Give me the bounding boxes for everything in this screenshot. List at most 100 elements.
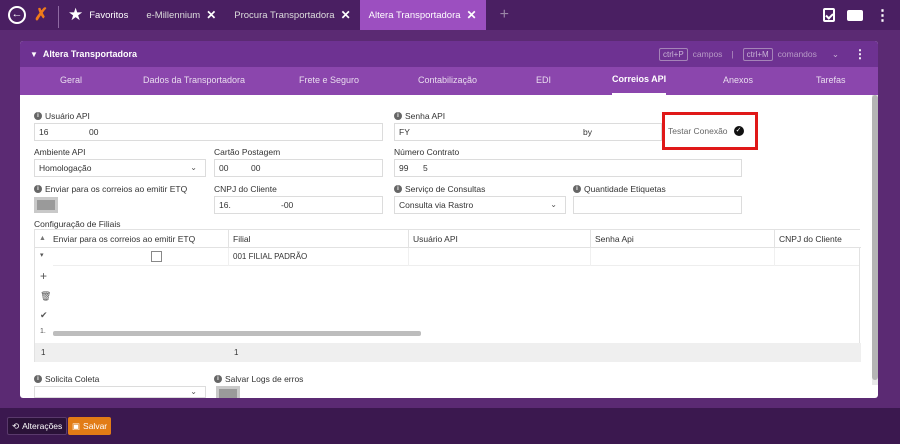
- field-value: 5: [423, 163, 428, 173]
- testar-conexao-button[interactable]: Testar Conexão ✓: [668, 126, 744, 136]
- column-header-cnpj[interactable]: CNPJ do Cliente: [774, 230, 860, 248]
- field-value: 99: [399, 163, 409, 173]
- cartao-postagem-input[interactable]: 00 00: [214, 159, 383, 177]
- tab-geral[interactable]: Geral: [60, 67, 82, 95]
- enviar-correios-toggle[interactable]: [34, 197, 58, 213]
- topbar-right: ⋮: [823, 0, 890, 30]
- table-row[interactable]: 001 FILIAL PADRÃO: [53, 248, 859, 266]
- field-value: 00: [219, 163, 229, 173]
- field-value: 16: [39, 127, 49, 137]
- field-value: -00: [281, 200, 294, 210]
- more-vertical-icon[interactable]: ⋮: [854, 47, 866, 61]
- tab-favoritos[interactable]: ★ Favoritos: [59, 0, 137, 30]
- button-label: Alterações: [22, 421, 63, 431]
- tab-contabilizacao[interactable]: Contabilização: [418, 67, 477, 95]
- grid-footer: 1 1: [35, 343, 861, 362]
- cell-usuario-api: [408, 248, 590, 266]
- history-icon: ⟲: [12, 421, 20, 431]
- scrollbar-thumb[interactable]: [872, 95, 878, 380]
- field-value: 00: [251, 163, 261, 173]
- cnpj-cliente-label: CNPJ do Cliente: [214, 184, 277, 194]
- tab-edi[interactable]: EDI: [536, 67, 551, 95]
- label-text: Salvar Logs de erros: [225, 374, 304, 384]
- back-icon[interactable]: ←: [8, 6, 26, 24]
- ambiente-api-label: Ambiente API: [34, 147, 86, 157]
- tab-tarefas[interactable]: Tarefas: [816, 67, 846, 95]
- label-text: Serviço de Consultas: [405, 184, 486, 194]
- cartao-postagem-label: Cartão Postagem: [214, 147, 281, 157]
- save-button[interactable]: ▣ Salvar: [68, 417, 112, 435]
- tab-e-millennium[interactable]: e-Millennium ✕: [137, 0, 225, 30]
- tab-favoritos-label: Favoritos: [89, 9, 129, 21]
- numero-contrato-input[interactable]: 99 5: [394, 159, 742, 177]
- field-value: Homologação: [39, 163, 92, 173]
- alteracoes-button[interactable]: ⟲ Alterações: [7, 417, 68, 435]
- check-circle-icon[interactable]: ✔: [40, 310, 48, 321]
- quantidade-etiquetas-input[interactable]: [573, 196, 742, 214]
- column-header-usuario-api[interactable]: Usuário API: [408, 230, 590, 248]
- collapse-icon[interactable]: ▾: [40, 251, 44, 259]
- chevron-down-icon: ⌄: [190, 163, 197, 172]
- panel-title: Altera Transportadora: [42, 49, 137, 59]
- shortcut-key: ctrl+M: [742, 47, 773, 61]
- topbar-left: ← ✗: [0, 0, 59, 30]
- field-value: by: [583, 127, 592, 137]
- filiais-grid: ▲ Enviar para os correios ao emitir ETQ …: [34, 229, 861, 362]
- add-row-icon[interactable]: +: [40, 269, 47, 283]
- collapse-caret-icon[interactable]: ▼: [30, 50, 38, 59]
- tab-anexos[interactable]: Anexos: [723, 67, 753, 95]
- tab-frete-seguro[interactable]: Frete e Seguro: [299, 67, 359, 95]
- grid-header: ▲ Enviar para os correios ao emitir ETQ …: [35, 230, 861, 248]
- add-tab-button[interactable]: +: [486, 0, 523, 30]
- close-icon[interactable]: ✕: [341, 8, 351, 22]
- bottom-bar: ⟲ Alterações ▣ Salvar: [0, 408, 900, 444]
- salvar-logs-toggle[interactable]: [216, 386, 240, 398]
- trash-icon[interactable]: 🗑: [40, 291, 51, 302]
- vertical-scrollbar[interactable]: [872, 95, 878, 385]
- enviar-correios-label: i Enviar para os correios ao emitir ETQ: [34, 184, 187, 194]
- column-header-filial[interactable]: Filial: [228, 230, 408, 248]
- horizontal-scrollbar[interactable]: [53, 331, 421, 336]
- app-topbar: ← ✗ ★ Favoritos e-Millennium ✕ Procura T…: [0, 0, 900, 30]
- servico-consultas-select[interactable]: Consulta via Rastro ⌄: [394, 196, 566, 214]
- column-header-enviar[interactable]: Enviar para os correios ao emitir ETQ: [49, 230, 228, 248]
- field-value: 16.: [219, 200, 231, 210]
- footer-count: 1: [234, 348, 239, 357]
- salvar-logs-label: i Salvar Logs de erros: [214, 374, 303, 384]
- chat-icon[interactable]: [847, 9, 863, 21]
- close-icon[interactable]: ✕: [206, 8, 216, 22]
- clipboard-check-icon[interactable]: [823, 8, 835, 22]
- cell-cnpj: [774, 248, 858, 266]
- millennium-logo: ✗: [34, 5, 49, 24]
- usuario-api-label: i Usuário API: [34, 111, 90, 121]
- more-vertical-icon[interactable]: ⋮: [875, 6, 890, 24]
- info-icon: i: [34, 185, 42, 193]
- tab-correios-api[interactable]: Correios API: [612, 67, 667, 95]
- shortcut-label[interactable]: comandos: [778, 49, 817, 59]
- info-icon: i: [34, 112, 42, 120]
- tab-label: e-Millennium: [146, 9, 201, 21]
- solicita-coleta-select[interactable]: ⌄: [34, 386, 206, 398]
- ambiente-api-select[interactable]: Homologação ⌄: [34, 159, 206, 177]
- senha-api-label: i Senha API: [394, 111, 445, 121]
- shortcut-label[interactable]: campos: [693, 49, 723, 59]
- shortcut-key: ctrl+P: [659, 47, 688, 61]
- label-text: Enviar para os correios ao emitir ETQ: [45, 184, 188, 194]
- usuario-api-input[interactable]: 16 00: [34, 123, 383, 141]
- enviar-checkbox[interactable]: [151, 251, 162, 262]
- chevron-down-icon[interactable]: ⌄: [832, 49, 839, 60]
- servico-consultas-label: i Serviço de Consultas: [394, 184, 485, 194]
- form-tabs: Geral Dados da Transportadora Frete e Se…: [20, 67, 878, 95]
- info-icon: i: [573, 185, 581, 193]
- column-header-senha-api[interactable]: Senha Api: [590, 230, 774, 248]
- solicita-coleta-label: i Solicita Coleta: [34, 374, 99, 384]
- divider: |: [731, 49, 734, 59]
- form-panel: ▼ Altera Transportadora ctrl+P campos | …: [20, 41, 878, 398]
- tab-procura-transportadora[interactable]: Procura Transportadora ✕: [225, 0, 359, 30]
- senha-api-input[interactable]: FY by: [394, 123, 662, 141]
- close-icon[interactable]: ✕: [467, 8, 477, 22]
- tab-altera-transportadora[interactable]: Altera Transportadora ✕: [359, 0, 486, 30]
- tab-dados-transportadora[interactable]: Dados da Transportadora: [143, 67, 245, 95]
- cnpj-cliente-input[interactable]: 16. -00: [214, 196, 383, 214]
- footer-index: 1: [41, 348, 46, 357]
